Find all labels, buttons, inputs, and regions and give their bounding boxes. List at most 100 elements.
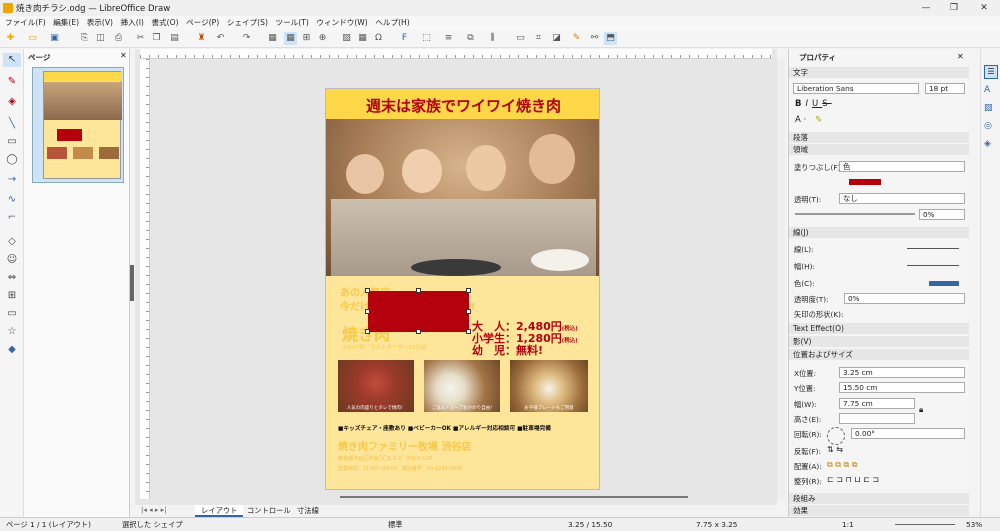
symbol-shapes-icon[interactable]: ☺ [3, 253, 21, 267]
transparency-select[interactable]: なし [839, 193, 965, 204]
menu-page[interactable]: ページ(P) [186, 16, 219, 29]
image-icon[interactable]: ▨ [340, 32, 353, 45]
toggle-extrusion-icon[interactable]: ⬒ [604, 32, 617, 45]
helplines-icon[interactable]: ▦ [284, 32, 297, 45]
transparency-slider[interactable] [795, 213, 915, 215]
open-icon[interactable]: ▭ [26, 32, 39, 45]
sidebar-close-icon[interactable]: ✕ [957, 52, 964, 61]
ellipse-icon[interactable]: ◯ [3, 153, 21, 167]
status-zoom[interactable]: 53% [966, 520, 982, 529]
crop-icon[interactable]: ⌗ [532, 32, 545, 45]
panel-collapse-handle[interactable] [130, 265, 134, 301]
fontwork-icon[interactable]: F [398, 32, 411, 45]
points-icon[interactable]: ✎ [570, 32, 583, 45]
special-char-icon[interactable]: Ω [372, 32, 385, 45]
selection-handles[interactable] [365, 288, 471, 334]
line-icon[interactable]: ╲ [3, 117, 21, 131]
menu-window[interactable]: ウィンドウ(W) [316, 16, 367, 29]
grid-icon[interactable]: ▦ [266, 32, 279, 45]
styles-deck-icon[interactable]: A [984, 85, 990, 95]
section-shadow[interactable]: 影(V) [789, 336, 969, 347]
bold-icon[interactable]: B [795, 99, 805, 109]
filter-icon[interactable]: ◪ [550, 32, 563, 45]
section-area[interactable]: 領域 [789, 144, 969, 155]
font-color-icon[interactable]: A · [795, 115, 806, 125]
align-buttons-icon[interactable]: ⊏ ⊐ ⊓ ⊔ ⊏ ⊐ [827, 475, 879, 484]
shadow-icon[interactable]: ▭ [514, 32, 527, 45]
section-text-effect[interactable]: Text Effect(O) [789, 323, 969, 334]
rotation-field[interactable]: 0.00° [851, 428, 965, 439]
headline-text[interactable]: 週末は家族でワイワイ焼き肉 [326, 95, 599, 116]
close-button[interactable]: ✕ [970, 1, 998, 15]
highlight-icon[interactable]: ✎ [815, 115, 822, 125]
save-icon[interactable]: ▣ [48, 32, 61, 45]
y-position-field[interactable]: 15.50 cm [839, 382, 965, 393]
new-icon[interactable]: ✚ [4, 32, 17, 45]
tab-layout[interactable]: レイアウト [195, 505, 244, 517]
select-icon[interactable]: ↖ [3, 53, 21, 67]
shapes-deck-icon[interactable]: ◈ [984, 139, 991, 149]
zoom-icon[interactable]: ⊞ [300, 32, 313, 45]
rectangle-icon[interactable]: ▭ [3, 135, 21, 149]
properties-deck-icon[interactable]: ☰ [984, 65, 998, 79]
section-line[interactable]: 線(J) [789, 227, 969, 238]
tab-controls[interactable]: コントロール [241, 505, 297, 517]
pages-close-icon[interactable]: ✕ [120, 51, 127, 60]
pdf-icon[interactable]: ◫ [94, 32, 107, 45]
callouts-icon[interactable]: ▭ [3, 307, 21, 321]
transparency-percent[interactable]: 0% [919, 209, 965, 220]
paste-icon[interactable]: ▤ [168, 32, 181, 45]
page-thumbnail[interactable] [32, 67, 124, 183]
underline-icon[interactable]: U [812, 99, 822, 109]
flowchart-icon[interactable]: ⊞ [3, 289, 21, 303]
strike-icon[interactable]: S [822, 99, 831, 109]
minimize-button[interactable]: — [912, 1, 940, 15]
glue-icon[interactable]: ⚯ [588, 32, 601, 45]
flyer-page[interactable]: 週末は家族でワイワイ焼き肉 あの人気店... 今だけ...キャンペーン開催中! … [325, 88, 600, 490]
line-width-preview[interactable] [907, 265, 959, 266]
section-columns[interactable]: 段組み [789, 493, 969, 504]
family-photo[interactable] [326, 119, 599, 276]
line-color-swatch[interactable] [929, 281, 959, 286]
gallery-deck-icon[interactable]: ▨ [984, 103, 993, 113]
section-character[interactable]: 文字 [789, 67, 969, 78]
keep-ratio-icon[interactable]: 🔒︎ [919, 405, 923, 415]
fill-color-icon[interactable]: ◈ [3, 95, 21, 109]
3d-objects-icon[interactable]: ◆ [3, 343, 21, 357]
export-icon[interactable]: ⎘ [78, 32, 91, 45]
distribute-icon[interactable]: ⫼ [486, 32, 499, 45]
section-effects[interactable]: 効果 [789, 505, 969, 516]
flip-buttons-icon[interactable]: ⇅ ⇆ [827, 445, 843, 454]
navigator-deck-icon[interactable]: ◎ [984, 121, 992, 131]
tab-nav-arrows[interactable]: |◂ ◂ ▸ ▸| [141, 506, 166, 514]
menu-view[interactable]: 表示(V) [87, 16, 113, 29]
arrange-icon[interactable]: ⧉ [464, 32, 477, 45]
undo-icon[interactable]: ↶ [214, 32, 227, 45]
width-field[interactable]: 7.75 cm [839, 398, 915, 409]
redo-icon[interactable]: ↷ [240, 32, 253, 45]
line-color-icon[interactable]: ✎ [3, 75, 21, 89]
menu-help[interactable]: ヘルプ(H) [375, 16, 409, 29]
curve-icon[interactable]: ∿ [3, 193, 21, 207]
rotation-dial[interactable] [827, 427, 845, 445]
menu-tools[interactable]: ツール(T) [275, 16, 308, 29]
menu-format[interactable]: 書式(O) [151, 16, 178, 29]
menu-insert[interactable]: 挿入(I) [121, 16, 144, 29]
fill-color-swatch[interactable] [849, 179, 881, 185]
maximize-button[interactable]: ❐ [940, 1, 968, 15]
section-paragraph[interactable]: 段落 [789, 132, 969, 143]
height-field[interactable] [839, 413, 915, 424]
transform-icon[interactable]: ⬚ [420, 32, 433, 45]
font-name-box[interactable]: Liberation Sans [793, 83, 919, 94]
zoom-pan-icon[interactable]: ⊕ [316, 32, 329, 45]
table-icon[interactable]: ▦ [356, 32, 369, 45]
line-transparency-field[interactable]: 0% [844, 293, 965, 304]
menu-shape[interactable]: シェイプ(S) [227, 16, 268, 29]
block-arrows-icon[interactable]: ⇔ [3, 271, 21, 285]
cut-icon[interactable]: ✂ [134, 32, 147, 45]
section-position-size[interactable]: 位置およびサイズ [789, 349, 969, 360]
font-size-box[interactable]: 18 pt [925, 83, 965, 94]
fill-type-select[interactable]: 色 [839, 161, 965, 172]
connector-icon[interactable]: ⌐ [3, 211, 21, 225]
line-style-preview[interactable] [907, 248, 959, 249]
